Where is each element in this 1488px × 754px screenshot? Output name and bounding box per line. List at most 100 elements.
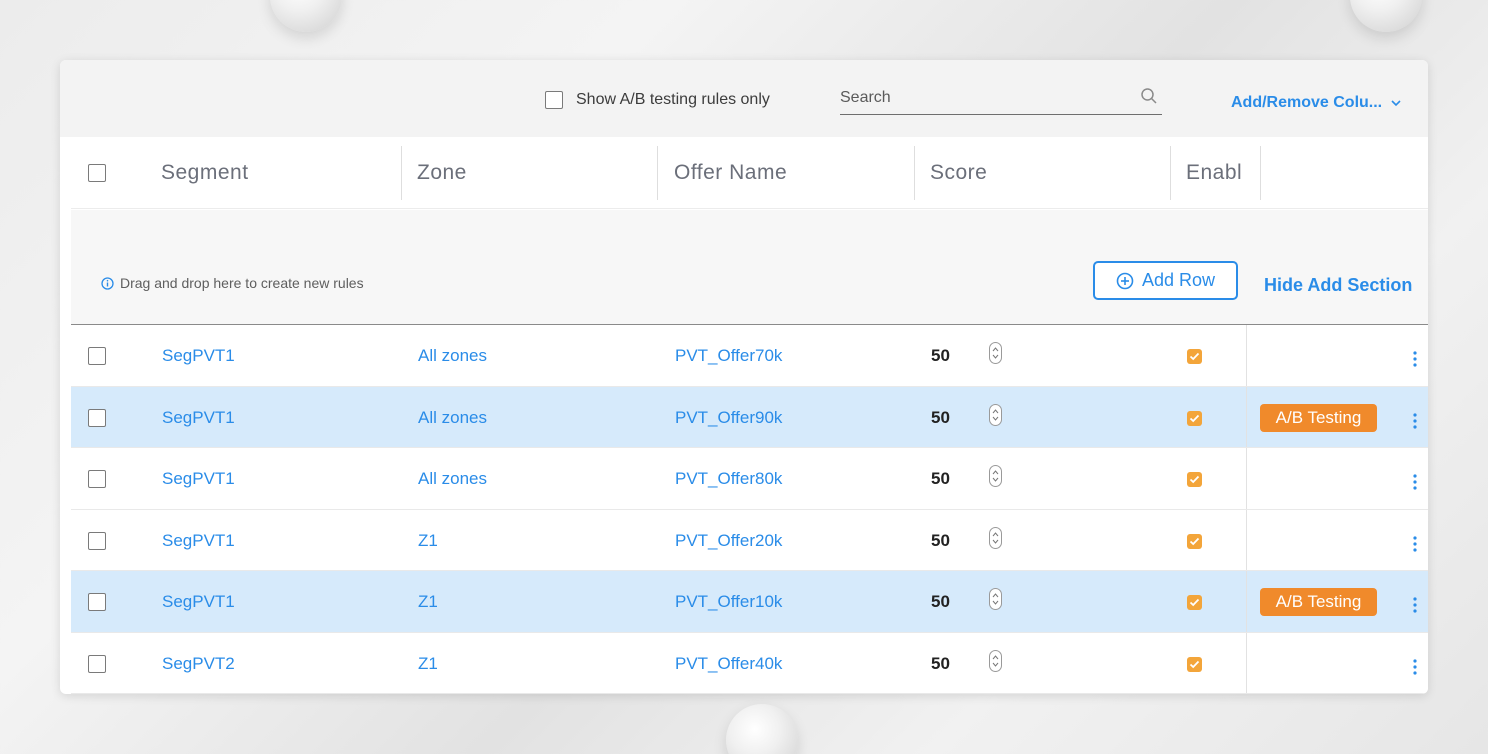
search-field[interactable]: Search [840, 87, 1162, 115]
row-checkbox[interactable] [88, 593, 106, 611]
table-row[interactable]: SegPVT1 Z1 PVT_Offer10k 50 A/B Testing [71, 571, 1428, 633]
column-header-zone[interactable]: Zone [417, 146, 467, 200]
offer-link[interactable]: PVT_Offer10k [675, 592, 782, 612]
score-value[interactable]: 50 [931, 531, 950, 551]
score-spinner[interactable] [989, 526, 1002, 549]
column-divider[interactable] [401, 146, 402, 200]
search-placeholder: Search [840, 89, 891, 106]
segment-link[interactable]: SegPVT1 [162, 592, 235, 612]
column-divider[interactable] [1170, 146, 1171, 200]
add-remove-columns-button[interactable]: Add/Remove Colu... [1231, 94, 1402, 112]
drop-hint-text: Drag and drop here to create new rules [120, 275, 364, 291]
toolbar: Show A/B testing rules only Search Add/R… [60, 60, 1428, 137]
score-spinner[interactable] [989, 465, 1002, 487]
spinner-arrows-icon [992, 654, 999, 667]
row-checkbox[interactable] [88, 408, 106, 427]
score-value[interactable]: 50 [931, 346, 950, 366]
zone-link[interactable]: Z1 [418, 592, 438, 612]
enabled-checkbox[interactable] [1187, 533, 1202, 549]
table-row[interactable]: SegPVT1 All zones PVT_Offer70k 50 [71, 325, 1428, 387]
table-row[interactable]: SegPVT1 All zones PVT_Offer80k 50 [71, 448, 1428, 510]
table-header: Segment Zone Offer Name Score Enabl [71, 137, 1428, 209]
plus-circle-icon [1116, 272, 1134, 289]
offer-link[interactable]: PVT_Offer70k [675, 346, 782, 366]
score-spinner[interactable] [989, 588, 1002, 610]
kebab-menu-icon[interactable] [1413, 474, 1417, 490]
column-divider [1246, 509, 1247, 570]
decorative-sphere [1350, 0, 1422, 32]
row-checkbox[interactable] [88, 347, 106, 365]
zone-link[interactable]: All zones [418, 469, 487, 489]
column-header-enabled[interactable]: Enabl [1186, 146, 1242, 200]
segment-link[interactable]: SegPVT1 [162, 408, 235, 428]
add-row-button[interactable]: Add Row [1093, 261, 1238, 300]
score-spinner[interactable] [989, 342, 1002, 364]
column-divider [1246, 325, 1247, 386]
add-remove-columns-label: Add/Remove Colu... [1231, 94, 1383, 111]
segment-link[interactable]: SegPVT1 [162, 469, 235, 489]
zone-link[interactable]: All zones [418, 346, 487, 366]
score-value[interactable]: 50 [931, 408, 950, 428]
enabled-checkbox[interactable] [1187, 349, 1202, 364]
kebab-menu-icon[interactable] [1413, 351, 1417, 367]
column-header-score[interactable]: Score [930, 146, 987, 200]
spinner-arrows-icon [992, 347, 999, 359]
chevron-down-icon [1391, 100, 1401, 107]
zone-link[interactable]: Z1 [418, 654, 438, 674]
info-icon [101, 276, 114, 290]
check-icon [1189, 414, 1200, 422]
check-icon [1189, 598, 1200, 607]
ab-testing-filter-label: Show A/B testing rules only [576, 91, 770, 108]
ab-testing-filter[interactable]: Show A/B testing rules only [545, 91, 770, 109]
enabled-checkbox[interactable] [1187, 410, 1202, 426]
hide-add-section-link[interactable]: Hide Add Section [1264, 275, 1412, 296]
kebab-menu-icon[interactable] [1413, 658, 1417, 675]
row-checkbox[interactable] [88, 470, 106, 488]
ab-testing-checkbox[interactable] [545, 91, 563, 109]
score-spinner[interactable] [989, 403, 1002, 426]
offer-link[interactable]: PVT_Offer90k [675, 408, 782, 428]
table-row[interactable]: SegPVT2 Z1 PVT_Offer40k 50 [71, 632, 1428, 694]
table-row[interactable]: SegPVT1 All zones PVT_Offer90k 50 A/B Te… [71, 386, 1428, 448]
check-icon [1189, 537, 1200, 545]
search-icon[interactable] [1140, 87, 1158, 105]
column-divider [1246, 448, 1247, 509]
kebab-menu-icon[interactable] [1413, 412, 1417, 429]
add-row-label: Add Row [1141, 270, 1216, 290]
segment-link[interactable]: SegPVT2 [162, 654, 235, 674]
column-divider[interactable] [914, 146, 915, 200]
offer-link[interactable]: PVT_Offer20k [675, 531, 782, 551]
offer-link[interactable]: PVT_Offer80k [675, 469, 782, 489]
column-divider[interactable] [657, 146, 658, 200]
segment-link[interactable]: SegPVT1 [162, 531, 235, 551]
row-checkbox[interactable] [88, 654, 106, 673]
add-rule-dropzone[interactable]: Drag and drop here to create new rules A… [71, 210, 1428, 325]
zone-link[interactable]: Z1 [418, 531, 438, 551]
kebab-menu-icon[interactable] [1413, 535, 1417, 552]
column-header-segment[interactable]: Segment [161, 146, 249, 200]
rules-table-body: SegPVT1 All zones PVT_Offer70k 50 SegPVT… [71, 325, 1428, 694]
select-all-checkbox[interactable] [88, 164, 106, 182]
table-row[interactable]: SegPVT1 Z1 PVT_Offer20k 50 [71, 509, 1428, 571]
ab-testing-badge: A/B Testing [1260, 403, 1377, 432]
score-value[interactable]: 50 [931, 654, 950, 674]
kebab-menu-icon[interactable] [1413, 597, 1417, 613]
score-value[interactable]: 50 [931, 592, 950, 612]
score-spinner[interactable] [989, 649, 1002, 672]
rules-panel: Show A/B testing rules only Search Add/R… [60, 60, 1428, 694]
enabled-checkbox[interactable] [1187, 656, 1202, 672]
enabled-checkbox[interactable] [1187, 595, 1202, 610]
row-checkbox[interactable] [88, 531, 106, 550]
offer-link[interactable]: PVT_Offer40k [675, 654, 782, 674]
enabled-checkbox[interactable] [1187, 472, 1202, 487]
column-divider [1246, 632, 1247, 693]
spinner-arrows-icon [992, 470, 999, 482]
drop-hint: Drag and drop here to create new rules [101, 275, 364, 291]
column-header-offer-name[interactable]: Offer Name [674, 146, 787, 200]
check-icon [1189, 660, 1200, 668]
column-divider[interactable] [1260, 146, 1261, 200]
decorative-sphere [270, 0, 342, 32]
segment-link[interactable]: SegPVT1 [162, 346, 235, 366]
zone-link[interactable]: All zones [418, 408, 487, 428]
score-value[interactable]: 50 [931, 469, 950, 489]
